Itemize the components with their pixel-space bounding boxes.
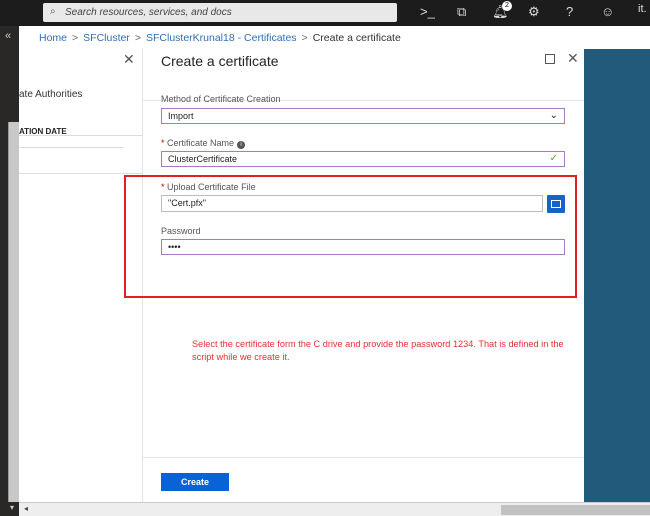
background-panel [584, 49, 650, 502]
cloud-shell-icon[interactable]: >_ [420, 4, 435, 19]
settings-icon[interactable]: ⚙ [528, 4, 540, 20]
method-value: Import [168, 111, 194, 121]
maximize-icon[interactable] [545, 54, 555, 64]
close-icon[interactable]: ✕ [567, 50, 579, 67]
close-icon[interactable]: ✕ [123, 51, 135, 68]
divider [143, 457, 584, 458]
checkmark-icon: ✓ [549, 153, 558, 164]
divider [19, 147, 123, 148]
chevron-down-icon: ⌄ [549, 110, 558, 121]
certificate-name-text: Certificate Name [167, 138, 235, 148]
expiration-date-header[interactable]: ATION DATE [19, 127, 67, 136]
breadcrumb-current: Create a certificate [312, 32, 401, 44]
breadcrumb-certificates[interactable]: SFClusterKrunal18 - Certificates [146, 32, 297, 44]
breadcrumb-sfcluster[interactable]: SFCluster [83, 32, 130, 44]
vertical-scrollbar[interactable] [8, 122, 19, 502]
scroll-left-icon[interactable]: ◂ [24, 504, 28, 513]
breadcrumb: Home > SFCluster > SFClusterKrunal18 - Certi… [19, 26, 650, 49]
certificate-authorities-item[interactable]: ate Authorities [19, 89, 82, 100]
page-title: Create a certificate [161, 53, 279, 69]
method-label: Method of Certificate Creation [161, 94, 281, 104]
scroll-down-icon[interactable]: ▾ [10, 503, 14, 512]
notification-badge: 2 [502, 1, 512, 11]
info-icon[interactable]: i [237, 141, 246, 149]
search-placeholder: Search resources, services, and docs [65, 7, 232, 18]
feedback-icon[interactable]: ☺ [601, 4, 614, 19]
divider [19, 173, 142, 174]
certificate-name-label: * Certificate Name i [161, 138, 246, 149]
help-icon[interactable]: ? [566, 4, 573, 19]
horizontal-scrollbar[interactable]: ◂ [19, 502, 650, 516]
annotation-highlight-box [124, 175, 577, 298]
chevron-right-icon: > [301, 32, 308, 44]
search-input[interactable]: ⌕ Search resources, services, and docs [43, 3, 397, 22]
account-name[interactable]: it. [638, 3, 647, 15]
certificate-name-value: ClusterCertificate [168, 154, 238, 164]
collapse-icon[interactable]: « [5, 30, 11, 42]
required-marker: * [161, 138, 165, 148]
breadcrumb-home[interactable]: Home [39, 32, 67, 44]
annotation-note: Select the certificate form the C drive … [192, 339, 564, 362]
search-icon: ⌕ [50, 6, 56, 17]
chevron-right-icon: > [72, 32, 79, 44]
create-button[interactable]: Create [161, 473, 229, 491]
certificate-name-input[interactable]: ClusterCertificate ✓ [161, 151, 565, 167]
directory-filter-icon[interactable]: ⧉ [457, 4, 466, 20]
chevron-right-icon: > [134, 32, 141, 44]
top-bar: ⌕ Search resources, services, and docs >_… [0, 0, 650, 26]
scrollbar-thumb[interactable] [501, 505, 650, 515]
method-select[interactable]: Import ⌄ [161, 108, 565, 124]
